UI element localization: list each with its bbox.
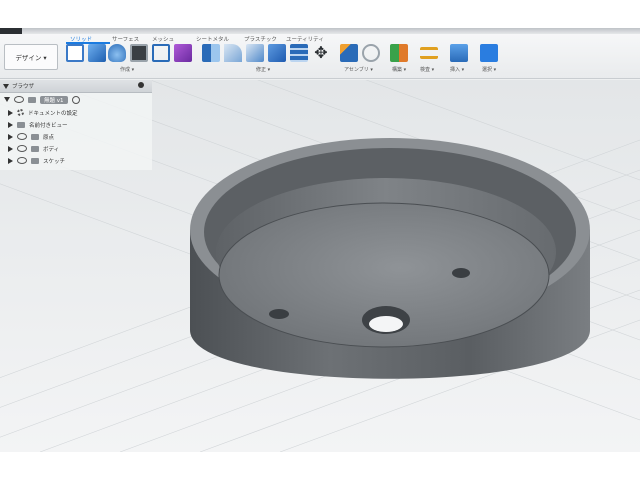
tree-item[interactable]: ドキュメントの設定 (8, 107, 148, 118)
browser-title: ブラウザ (12, 84, 35, 90)
revolve-icon[interactable] (108, 44, 126, 62)
visibility-icon[interactable] (17, 133, 27, 140)
collapse-icon[interactable] (3, 84, 9, 89)
tree-item-label: ドキュメントの設定 (28, 110, 78, 117)
measure-icon[interactable] (420, 47, 438, 59)
mounting-hole[interactable] (269, 309, 289, 319)
tab-plastic[interactable]: プラスチック (244, 35, 277, 43)
folder-icon (31, 145, 39, 152)
browser-panel: ブラウザ 無題 v1 ドキュメントの設定 名前付きビュー 原点 ボディ スケッチ (0, 80, 152, 170)
tree-item[interactable]: スケッチ (8, 155, 148, 166)
create-sketch-icon[interactable] (66, 44, 84, 62)
tree-item-label: 原点 (43, 134, 55, 141)
fillet-icon[interactable] (224, 44, 242, 62)
shell-icon[interactable] (268, 44, 286, 62)
tab-utilities[interactable]: ユーティリティ (286, 35, 324, 43)
hole-icon[interactable] (130, 44, 148, 62)
group-assemble[interactable]: アセンブリ ▾ (344, 66, 373, 73)
chamfer-icon[interactable] (246, 44, 264, 62)
group-modify[interactable]: 修正 ▾ (256, 66, 270, 73)
group-create[interactable]: 作成 ▾ (120, 66, 134, 73)
tab-surface[interactable]: サーフェス (112, 35, 139, 43)
group-construct[interactable]: 構築 ▾ (392, 66, 406, 73)
mounting-hole[interactable] (452, 268, 470, 278)
new-component-icon[interactable] (340, 44, 358, 62)
visibility-icon[interactable] (17, 157, 27, 164)
tree-item-label: 名前付きビュー (29, 122, 68, 129)
expand-icon[interactable] (8, 109, 13, 116)
gear-icon (17, 109, 24, 116)
folder-icon (31, 133, 39, 140)
expand-icon[interactable] (8, 121, 13, 128)
box-icon[interactable] (152, 44, 170, 62)
move-icon[interactable]: ✥ (312, 44, 330, 62)
workspace-label: デザイン ▾ (15, 54, 47, 62)
cylindrical-dish-model[interactable] (190, 138, 590, 379)
form-icon[interactable] (174, 44, 192, 62)
tree-item-label: スケッチ (43, 158, 66, 165)
joint-icon[interactable] (362, 44, 380, 62)
tab-sheet-metal[interactable]: シートメタル (196, 35, 229, 43)
tree-root[interactable]: 無題 v1 (4, 94, 144, 105)
offset-plane-icon[interactable] (390, 44, 408, 62)
select-arrow-icon[interactable] (480, 44, 498, 62)
combine-icon[interactable] (290, 44, 308, 62)
photo-border-bottom (0, 452, 640, 480)
tree-item[interactable]: ボディ (8, 143, 148, 154)
tree-item[interactable]: 原点 (8, 131, 148, 142)
group-insert[interactable]: 挿入 ▾ (450, 66, 464, 73)
pin-icon[interactable] (138, 82, 144, 88)
visibility-icon[interactable] (14, 96, 24, 103)
browser-header[interactable]: ブラウザ (0, 80, 152, 93)
folder-icon (31, 157, 39, 164)
photo-border-top (0, 0, 640, 28)
workspace-switcher-button[interactable]: デザイン ▾ (4, 44, 58, 70)
insert-image-icon[interactable] (450, 44, 468, 62)
press-pull-icon[interactable] (202, 44, 220, 62)
visibility-icon[interactable] (17, 145, 27, 152)
tab-mesh[interactable]: メッシュ (152, 35, 174, 43)
expand-icon[interactable] (8, 145, 13, 152)
expand-icon[interactable] (4, 97, 10, 102)
folder-icon (17, 121, 25, 128)
expand-icon[interactable] (8, 133, 13, 140)
tree-item-label: ボディ (43, 146, 60, 153)
group-select[interactable]: 選択 ▾ (482, 66, 496, 73)
tree-item[interactable]: 名前付きビュー (8, 119, 148, 130)
group-inspect[interactable]: 検査 ▾ (420, 66, 434, 73)
extrude-icon[interactable] (88, 44, 106, 62)
activate-radio-icon[interactable] (71, 95, 80, 104)
expand-icon[interactable] (8, 157, 13, 164)
root-label: 無題 v1 (40, 95, 68, 104)
screen: デザイン ▾ ソリッド サーフェス メッシュ シートメタル プラスチック ユーテ… (0, 0, 640, 480)
component-icon (28, 96, 36, 103)
